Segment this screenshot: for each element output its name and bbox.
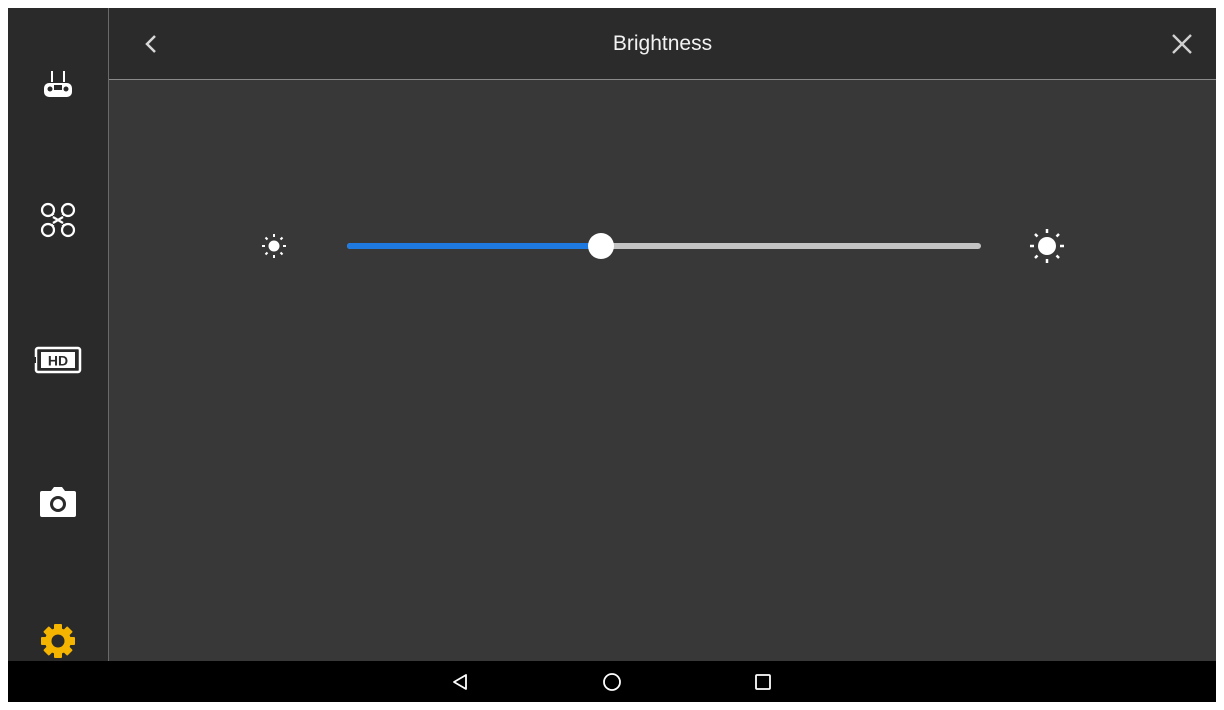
drone-icon [40, 202, 76, 238]
close-icon [1172, 34, 1192, 54]
back-triangle-icon [453, 674, 467, 690]
recents-square-icon [755, 674, 771, 690]
page-title: Brightness [612, 32, 713, 55]
svg-text:HD: HD [48, 353, 68, 369]
sidebar-item-hd-transmission[interactable]: HD [8, 330, 108, 390]
brightness-slider[interactable] [347, 233, 981, 259]
camera-icon [40, 487, 76, 517]
sidebar: HD [8, 8, 109, 661]
sidebar-item-remote-controller[interactable] [8, 55, 108, 115]
gear-icon [41, 624, 75, 658]
slider-thumb[interactable] [587, 233, 614, 259]
sun-large-icon [1028, 227, 1066, 265]
remote-controller-icon [44, 71, 72, 97]
sidebar-item-camera[interactable] [8, 472, 108, 532]
hd-icon: HD [33, 346, 82, 374]
nav-recents-button[interactable] [749, 669, 777, 695]
screen: HD Brightness [8, 8, 1216, 702]
header: Brightness [109, 8, 1216, 80]
home-circle-icon [603, 673, 621, 691]
close-button[interactable] [1166, 28, 1198, 60]
nav-back-button[interactable] [446, 669, 474, 695]
android-nav-bar [8, 661, 1216, 702]
slider-fill [347, 243, 601, 249]
sidebar-item-aircraft[interactable] [8, 190, 108, 250]
nav-home-button[interactable] [598, 669, 626, 695]
sun-small-icon [258, 230, 290, 262]
